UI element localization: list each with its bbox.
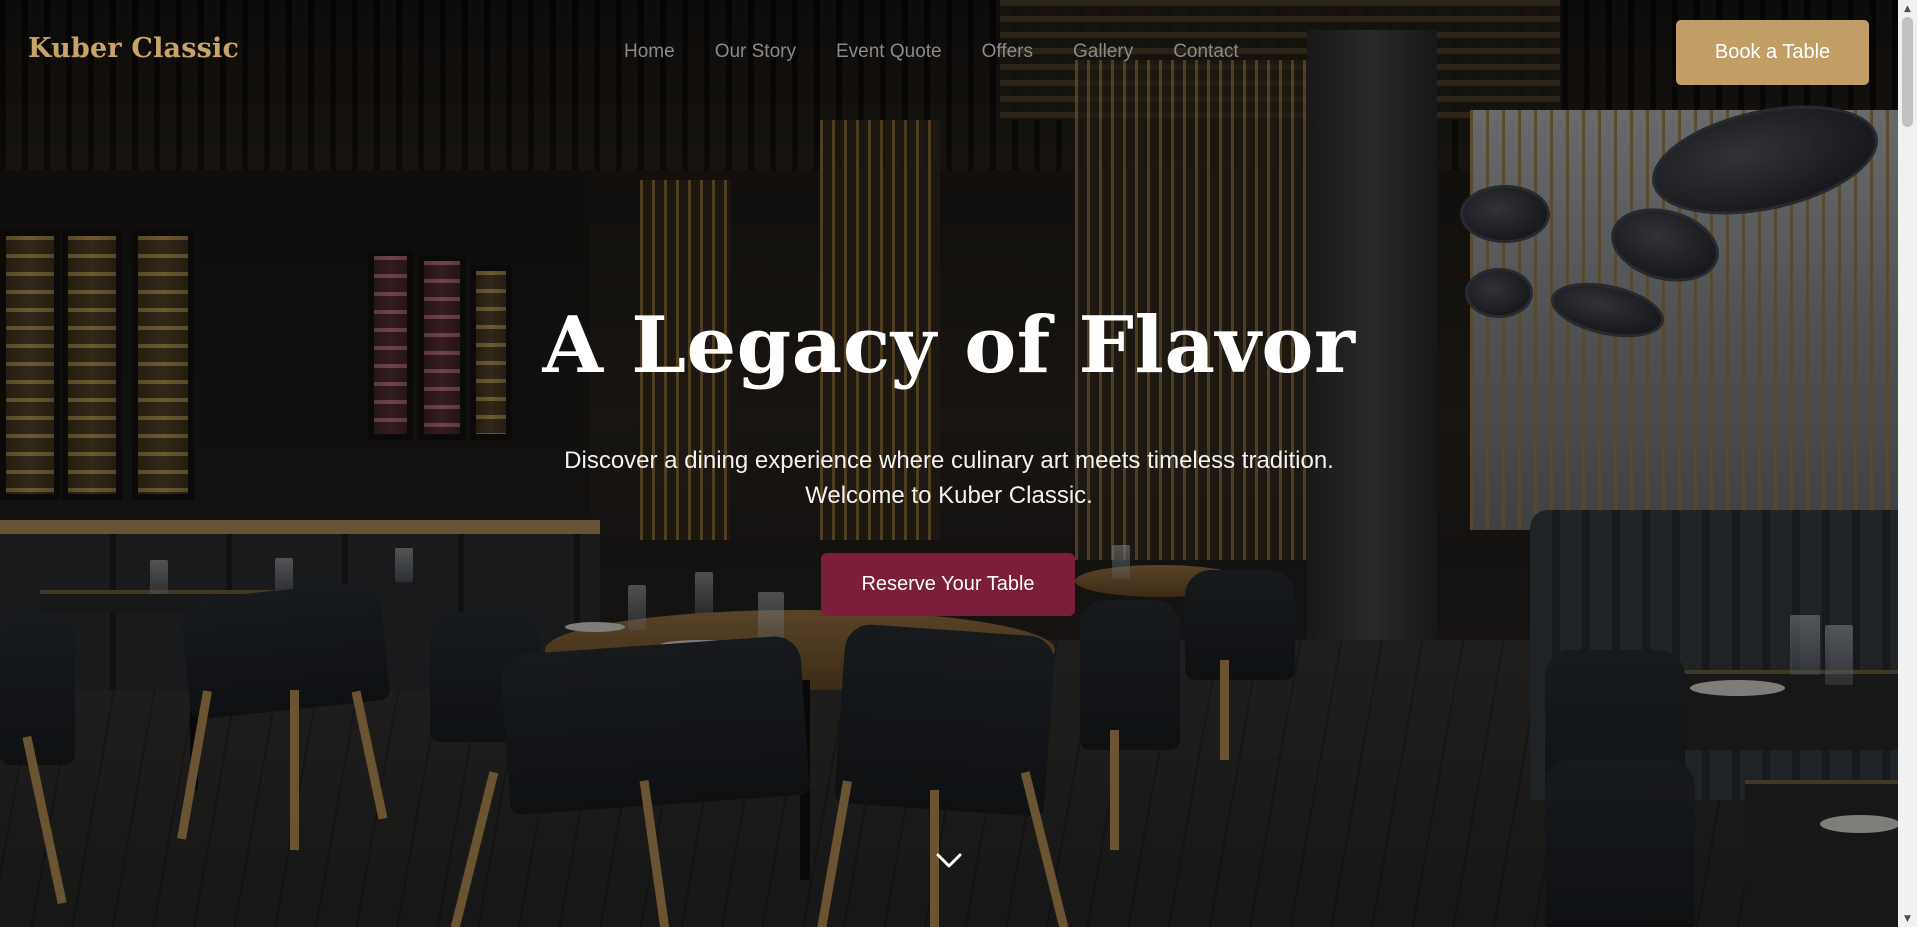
scroll-down-arrow-icon[interactable]: ▼ <box>1898 910 1917 927</box>
hero-subtitle-line-2: Welcome to Kuber Classic. <box>805 482 1093 509</box>
nav-link-home[interactable]: Home <box>624 41 675 63</box>
vertical-scrollbar[interactable]: ▲ ▼ <box>1898 0 1917 927</box>
nav-link-offers[interactable]: Offers <box>982 41 1033 63</box>
hero-title: A Legacy of Flavor <box>542 300 1356 391</box>
hero-subtitle-line-1: Discover a dining experience where culin… <box>564 447 1334 474</box>
nav-link-event-quote[interactable]: Event Quote <box>836 41 942 63</box>
scrollbar-thumb[interactable] <box>1902 17 1913 127</box>
nav-link-our-story[interactable]: Our Story <box>715 41 796 63</box>
book-a-table-button[interactable]: Book a Table <box>1676 20 1869 85</box>
reserve-table-button[interactable]: Reserve Your Table <box>821 553 1075 616</box>
nav-link-gallery[interactable]: Gallery <box>1073 41 1133 63</box>
brand-logo[interactable]: Kuber Classic <box>28 33 239 64</box>
hero-subtitle: Discover a dining experience where culin… <box>0 443 1898 513</box>
nav-link-contact[interactable]: Contact <box>1173 41 1238 63</box>
site-header: Kuber Classic Home Our Story Event Quote… <box>0 0 1898 105</box>
page: Kuber Classic Home Our Story Event Quote… <box>0 0 1917 927</box>
chevron-down-icon[interactable] <box>934 848 964 872</box>
scroll-up-arrow-icon[interactable]: ▲ <box>1898 0 1917 17</box>
main-nav: Home Our Story Event Quote Offers Galler… <box>624 41 1279 63</box>
